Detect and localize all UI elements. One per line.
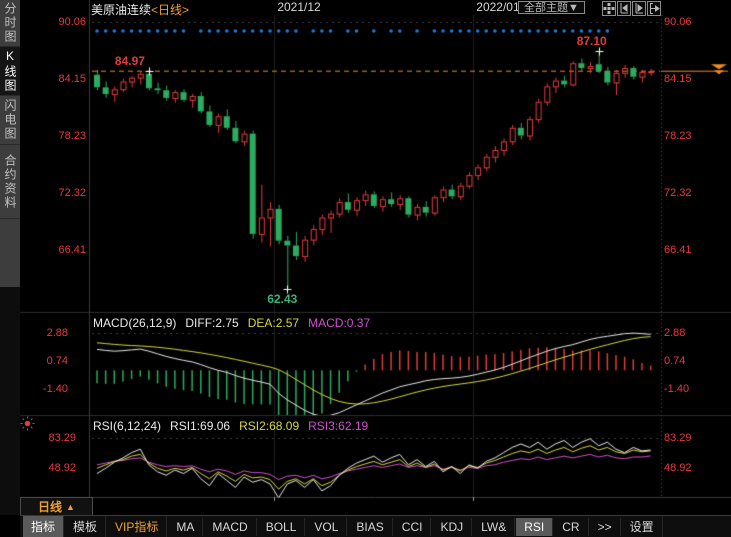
toolbar-item-kdj[interactable]: KDJ: [432, 518, 472, 536]
macd-diff-value: DIFF:2.75: [185, 316, 238, 330]
toolbar-item-more[interactable]: >>: [590, 518, 621, 536]
toolbar-item-vol[interactable]: VOL: [306, 518, 347, 536]
toolbar-item-cr[interactable]: CR: [554, 518, 588, 536]
price-marker-62.43: 62.43: [267, 292, 297, 306]
date-axis-label: 2021/12: [277, 0, 320, 14]
crosshair-icon[interactable]: [602, 1, 616, 16]
period-selector[interactable]: 日线 ▲: [20, 497, 93, 516]
toolbar-item-macd[interactable]: MACD: [204, 518, 256, 536]
toolbar-item-vip-indicators[interactable]: VIP指标: [107, 516, 167, 537]
chart-title: 美原油连续<日线>: [91, 1, 189, 18]
rsi-axis-label: 48.92: [664, 462, 692, 474]
chart-control-icons: [602, 1, 661, 16]
macd-axis-label: 0.74: [24, 355, 68, 367]
toolbar-item-cci[interactable]: CCI: [394, 518, 432, 536]
rsi-axis-label: 48.92: [30, 462, 76, 474]
price-axis-label: 90.06: [36, 16, 86, 28]
sidebar-item-contract-info[interactable]: 合约资料: [0, 145, 20, 219]
macd-axis-label: 2.88: [664, 327, 685, 339]
indicator-alert-icon[interactable]: [20, 416, 35, 431]
price-axis-label: 84.15: [664, 73, 692, 85]
toolbar-item-indicators[interactable]: 指标: [23, 516, 64, 537]
macd-params: MACD(26,12,9): [93, 316, 176, 330]
indicator-toolbar: 指标模板VIP指标MAMACDBOLLVOLBIASCCIKDJLW&RSICR…: [20, 515, 731, 537]
price-axis-label: 90.06: [664, 16, 692, 28]
price-axis-label: 78.23: [664, 130, 692, 142]
sidebar-item-flash-chart[interactable]: 闪电图: [0, 96, 20, 145]
rsi3-value: RSI3:62.19: [308, 419, 368, 433]
date-axis-label: 2022/01: [476, 0, 519, 14]
macd-axis-label: -1.40: [24, 383, 68, 395]
price-marker-87.10: 87.10: [577, 34, 607, 48]
rsi-axis-label: 83.29: [664, 432, 692, 444]
rsi-params: RSI(6,12,24): [93, 419, 161, 433]
compress-axis-icon[interactable]: [617, 1, 631, 16]
macd-axis-label: 2.88: [24, 327, 68, 339]
macd-axis-label: -1.40: [664, 383, 689, 395]
chart-canvas[interactable]: [0, 0, 731, 537]
rsi-panel-label: RSI(6,12,24) RSI1:69.06 RSI2:68.09 RSI3:62.…: [93, 419, 377, 433]
period-tag: <日线>: [151, 3, 189, 17]
price-axis-label: 84.15: [36, 73, 86, 85]
macd-panel-label: MACD(26,12,9) DIFF:2.75 DEA:2.57 MACD:0.37: [93, 316, 379, 330]
price-axis-label: 78.23: [36, 130, 86, 142]
rsi1-value: RSI1:69.06: [170, 419, 230, 433]
macd-macd-value: MACD:0.37: [308, 316, 370, 330]
price-axis-label: 72.32: [664, 187, 692, 199]
price-axis-label: 66.41: [36, 244, 86, 256]
chart-type-sidebar: 分时图K线图闪电图合约资料: [0, 0, 20, 515]
toolbar-item-rsi[interactable]: RSI: [516, 518, 553, 536]
toolbar-item-templates[interactable]: 模板: [65, 516, 106, 537]
toolbar-item-ma[interactable]: MA: [168, 518, 203, 536]
sidebar-filler: [0, 219, 20, 287]
chevron-up-icon: ▲: [66, 502, 75, 512]
rsi2-value: RSI2:68.09: [239, 419, 299, 433]
macd-dea-value: DEA:2.57: [248, 316, 299, 330]
rsi-axis-label: 83.29: [30, 432, 76, 444]
price-axis-label: 72.32: [36, 187, 86, 199]
period-selector-label: 日线: [38, 498, 62, 515]
toolbar-item-settings[interactable]: 设置: [622, 516, 663, 537]
price-marker-84.97: 84.97: [115, 54, 145, 68]
expand-axis-icon[interactable]: [632, 1, 646, 16]
theme-dropdown-button[interactable]: 全部主题▼: [518, 1, 585, 14]
price-axis-label: 66.41: [664, 244, 692, 256]
sidebar-item-kline-chart[interactable]: K线图: [0, 47, 20, 96]
pan-right-icon[interactable]: [647, 1, 661, 16]
macd-axis-label: 0.74: [664, 355, 685, 367]
trading-app-window: 分时图K线图闪电图合约资料 美原油连续<日线> 全部主题▼ 90.06 90.06…: [0, 0, 731, 537]
toolbar-item-lwr[interactable]: LW&: [473, 518, 515, 536]
toolbar-item-boll[interactable]: BOLL: [258, 518, 306, 536]
toolbar-item-bias[interactable]: BIAS: [348, 518, 392, 536]
sidebar-item-timeshare-chart[interactable]: 分时图: [0, 0, 20, 47]
symbol-name: 美原油连续: [91, 3, 151, 17]
